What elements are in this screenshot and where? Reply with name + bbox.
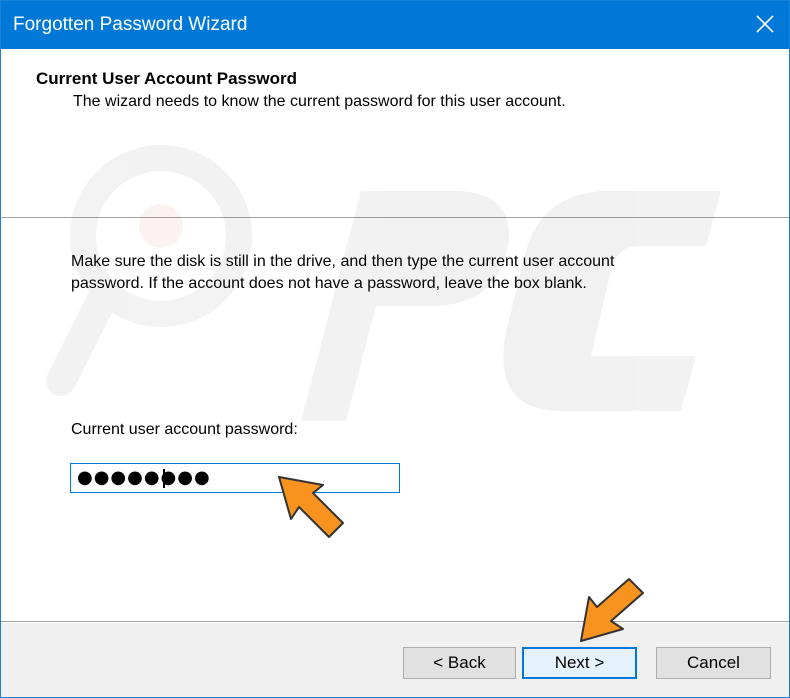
window-title: Forgotten Password Wizard: [13, 14, 248, 35]
wizard-footer: < Back Next > Cancel: [1, 623, 789, 697]
page-subtitle: The wizard needs to know the current pas…: [73, 93, 566, 110]
text-caret: [163, 469, 165, 488]
title-bar: Forgotten Password Wizard: [1, 1, 789, 49]
wizard-header: Current User Account Password The wizard…: [1, 49, 789, 217]
password-input[interactable]: ●●●●●●●●: [70, 463, 400, 493]
next-button[interactable]: Next >: [522, 647, 637, 679]
back-button[interactable]: < Back: [403, 647, 516, 679]
password-mask: ●●●●●●●●: [77, 467, 211, 488]
instructions-text: Make sure the disk is still in the drive…: [71, 253, 615, 292]
cancel-button[interactable]: Cancel: [656, 647, 771, 679]
close-icon: [756, 15, 774, 33]
page-title: Current User Account Password: [36, 69, 298, 88]
close-button[interactable]: [741, 1, 789, 49]
wizard-window: Forgotten Password Wizard Current User A…: [0, 0, 790, 698]
wizard-body: Make sure the disk is still in the drive…: [1, 219, 789, 621]
password-label: Current user account password:: [71, 421, 298, 438]
